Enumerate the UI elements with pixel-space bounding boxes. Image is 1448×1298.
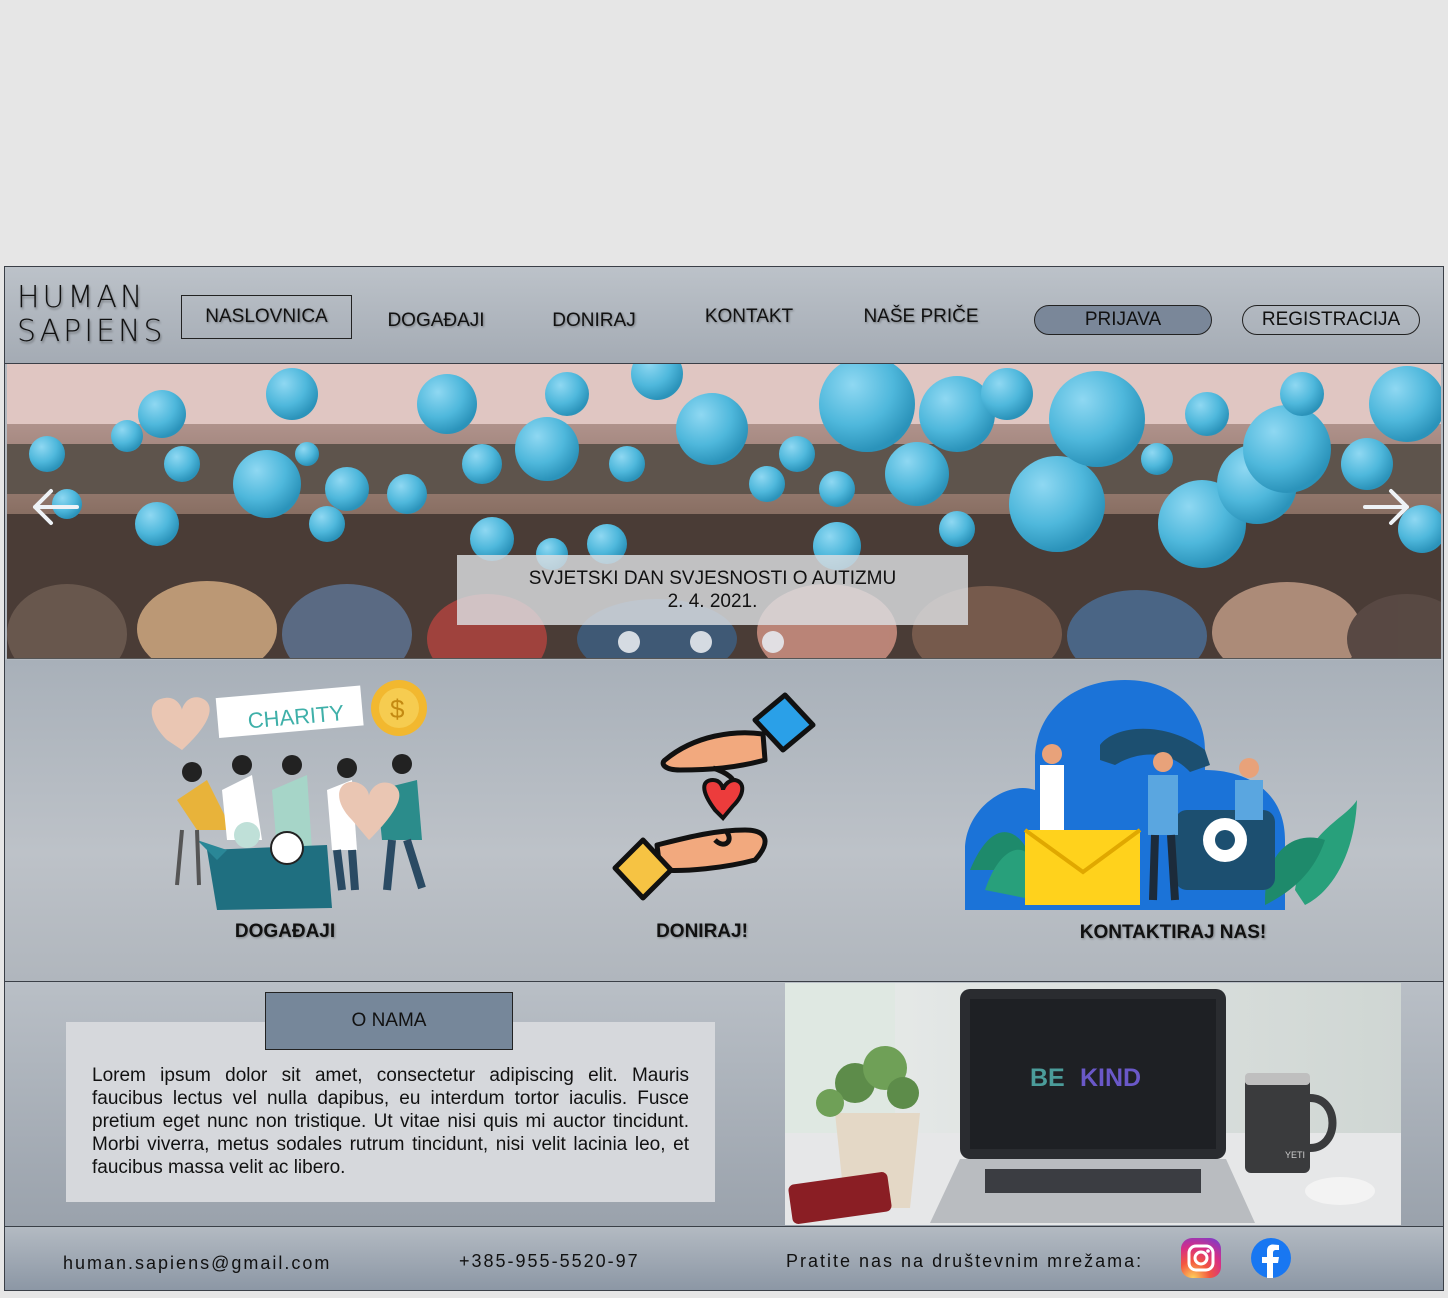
nav-naslovnica[interactable]: NASLOVNICA (181, 295, 352, 339)
charity-illustration-icon[interactable]: CHARITY $ (137, 680, 437, 920)
header: HUMAN SAPIENS NASLOVNICA DOGAĐAJI DONIRA… (5, 267, 1443, 364)
about-title: O NAMA (265, 992, 513, 1050)
prev-slide-arrow-icon[interactable] (27, 482, 87, 532)
nav-doniraj[interactable]: DONIRAJ (538, 299, 650, 343)
contact-illustration-icon[interactable] (965, 680, 1360, 915)
donate-label[interactable]: DONIRAJ! (656, 921, 748, 943)
logo-line-1: HUMAN (17, 280, 146, 315)
page: HUMAN SAPIENS NASLOVNICA DOGAĐAJI DONIRA… (4, 266, 1444, 1291)
features-section: CHARITY $ DOGAĐAJI DONIRAJ! KONTAKTIRAJ … (5, 660, 1443, 982)
laptop-photo: BE KIND YETI (785, 983, 1401, 1225)
nav-kontakt[interactable]: KONTAKT (695, 295, 803, 339)
next-slide-arrow-icon[interactable] (1357, 482, 1417, 532)
carousel-dot-1[interactable] (618, 631, 640, 653)
screen-text-kind: KIND (1080, 1064, 1141, 1092)
hero-carousel: SVJETSKI DAN SVJESNOSTI O AUTIZMU 2. 4. … (7, 364, 1441, 659)
hero-date: 2. 4. 2021. (667, 591, 758, 612)
nav-dogadaji[interactable]: DOGAĐAJI (375, 299, 497, 343)
carousel-dot-3[interactable] (762, 631, 784, 653)
nav-nase-price[interactable]: NAŠE PRIČE (855, 295, 987, 339)
events-label[interactable]: DOGAĐAJI (235, 921, 335, 943)
hero-caption: SVJETSKI DAN SVJESNOSTI O AUTIZMU 2. 4. … (457, 555, 968, 625)
logo-line-2: SAPIENS (17, 314, 166, 349)
facebook-icon[interactable] (1250, 1237, 1292, 1279)
footer-phone[interactable]: +385-955-5520-97 (459, 1251, 640, 1272)
logo[interactable]: HUMAN SAPIENS (17, 281, 166, 349)
hero-title: SVJETSKI DAN SVJESNOSTI O AUTIZMU (528, 568, 897, 589)
svg-text:$: $ (390, 694, 405, 724)
donate-hands-icon[interactable] (605, 690, 825, 905)
carousel-dot-2[interactable] (690, 631, 712, 653)
contact-label[interactable]: KONTAKTIRAJ NAS! (1080, 922, 1266, 944)
screen-text-be: BE (1030, 1064, 1065, 1092)
about-text: Lorem ipsum dolor sit amet, consectetur … (92, 1065, 689, 1178)
about-section: O NAMA Lorem ipsum dolor sit amet, conse… (5, 982, 1443, 1227)
footer: human.sapiens@gmail.com +385-955-5520-97… (5, 1227, 1443, 1290)
instagram-icon[interactable] (1180, 1237, 1222, 1279)
register-button[interactable]: REGISTRACIJA (1242, 305, 1420, 335)
footer-email[interactable]: human.sapiens@gmail.com (63, 1253, 331, 1274)
footer-social-label: Pratite nas na društevnim mrežama: (786, 1251, 1144, 1271)
login-button[interactable]: PRIJAVA (1034, 305, 1212, 335)
mug-brand-text: YETI (1285, 1150, 1305, 1160)
